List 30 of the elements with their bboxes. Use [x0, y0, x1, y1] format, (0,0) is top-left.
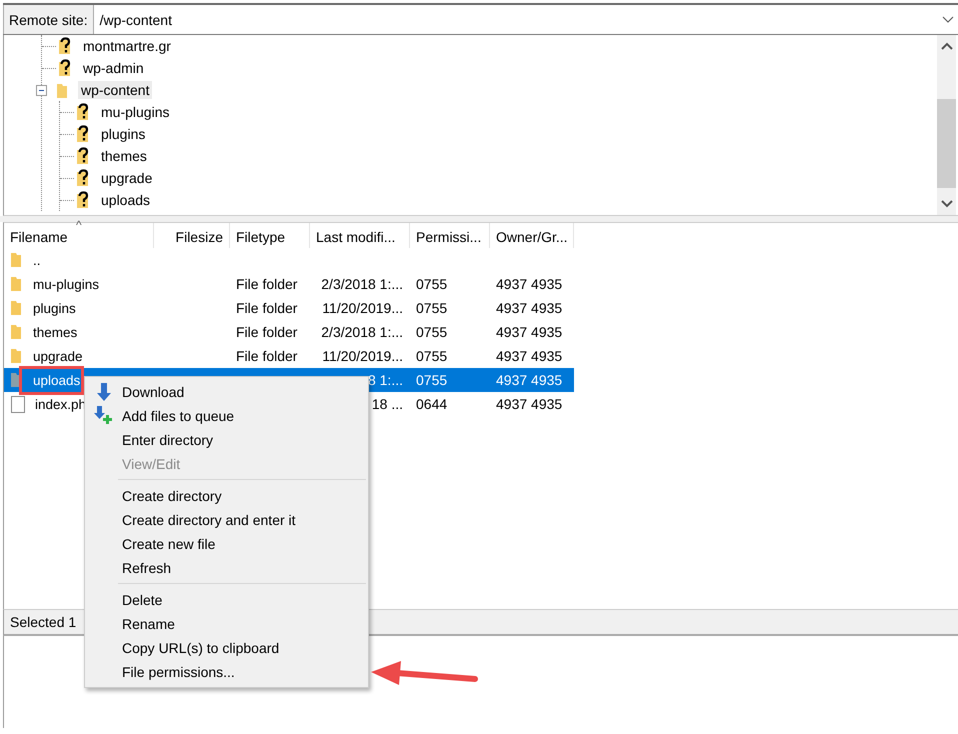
table-cell: 0644	[416, 396, 448, 412]
status-text: Selected 1	[10, 614, 76, 630]
table-cell: 4937 4935	[496, 372, 562, 388]
table-cell: 4937 4935	[496, 324, 562, 340]
table-cell: File folder	[236, 348, 298, 364]
table-cell: 4937 4935	[496, 300, 562, 316]
table-cell: 2/3/2018 1:...	[321, 324, 403, 340]
table-cell-text: uploads	[32, 372, 82, 388]
table-cell: 8 1:...	[368, 372, 403, 388]
table-cell: 0755	[416, 300, 448, 316]
table-cell-text: themes	[32, 324, 78, 340]
table-cell-text: plugins	[32, 300, 77, 316]
table-cell: 0755	[416, 276, 448, 292]
table-cell: File folder	[236, 300, 298, 316]
table-cell: 0755	[416, 372, 448, 388]
remote-site-label: Remote site:	[3, 5, 94, 34]
table-cell: 0755	[416, 324, 448, 340]
table-cell: 0755	[416, 348, 448, 364]
table-cell: 2/3/2018 1:...	[321, 276, 403, 292]
table-cell: 18 ...	[372, 396, 403, 412]
table-cell: File folder	[236, 276, 298, 292]
table-cell: 4937 4935	[496, 276, 562, 292]
table-cell-text: ..	[32, 252, 42, 268]
table-cell-text: mu-plugins	[32, 276, 100, 292]
table-cell: File folder	[236, 324, 298, 340]
table-cell: 11/20/2019...	[322, 300, 403, 316]
table-cell: 11/20/2019...	[322, 348, 403, 364]
table-cell-text: upgrade	[32, 348, 84, 364]
table-cell: 4937 4935	[496, 348, 562, 364]
table-cell: 4937 4935	[496, 396, 562, 412]
